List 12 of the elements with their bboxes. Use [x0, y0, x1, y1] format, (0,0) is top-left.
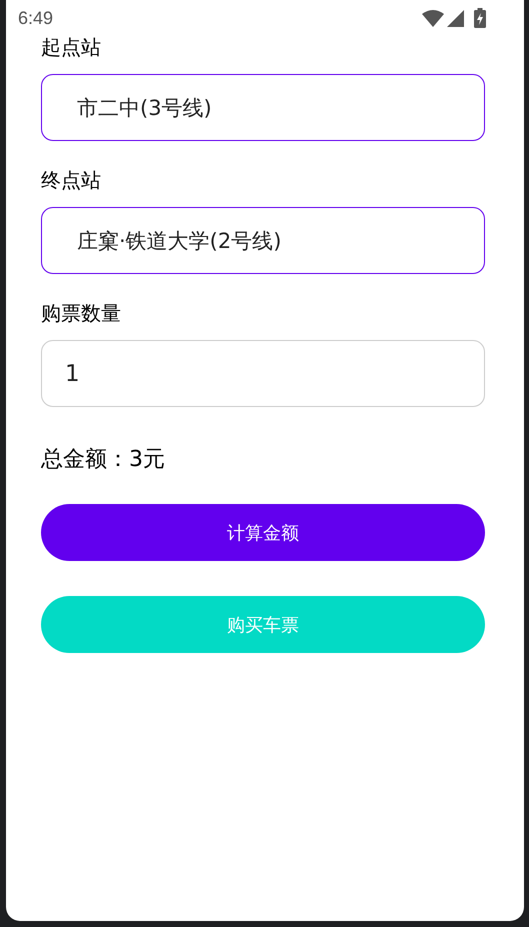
- quantity-field[interactable]: 1: [41, 340, 485, 407]
- signal-icon: [447, 10, 464, 26]
- status-time: 6:49: [18, 8, 54, 28]
- field-label: 终点站: [41, 167, 101, 193]
- station-dropdown[interactable]: 庄窠·铁道大学(2号线): [41, 207, 485, 274]
- battery-icon: [474, 8, 486, 28]
- wifi-icon: [422, 9, 444, 27]
- field-label: 购票数量: [41, 300, 121, 326]
- field-label: 起点站: [41, 34, 101, 60]
- station-dropdown[interactable]: 市二中(3号线): [41, 74, 485, 141]
- action-button[interactable]: 计算金额: [41, 504, 485, 561]
- total-amount: 总金额：3元: [41, 446, 165, 474]
